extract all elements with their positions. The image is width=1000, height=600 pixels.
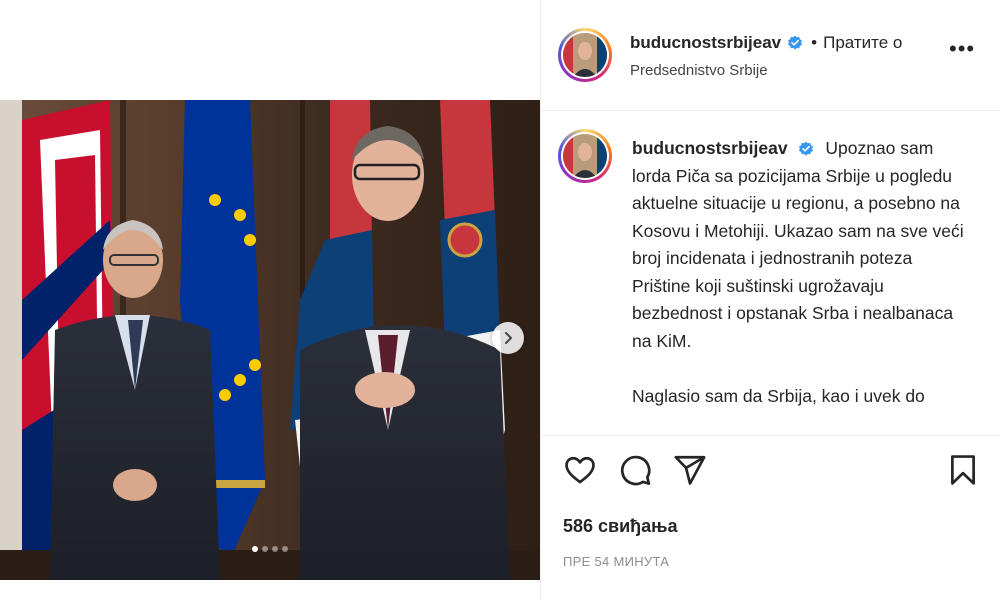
verified-badge-icon	[799, 141, 814, 156]
chevron-right-icon	[505, 332, 512, 344]
post-caption: buducnostsrbijeav Upoznao sam lorda Piča…	[632, 135, 972, 431]
caption-divider	[541, 435, 1000, 436]
author-username[interactable]: buducnostsrbijeav	[630, 33, 781, 53]
carousel-dot	[272, 546, 278, 552]
caption-text-paragraph-1: Upoznao sam lorda Piča sa pozicijama Srb…	[632, 138, 964, 351]
carousel-dot	[282, 546, 288, 552]
caption-text-paragraph-2: Naglasio sam da Srbija, kao i uvek do	[632, 385, 925, 406]
bookmark-icon[interactable]	[946, 453, 980, 487]
post-header: buducnostsrbijeav • Пратите о Predsednis…	[541, 0, 1000, 110]
post-actions	[541, 445, 1000, 501]
comment-icon[interactable]	[618, 453, 652, 487]
caption-area: buducnostsrbijeav Upoznao sam lorda Piča…	[541, 111, 1000, 431]
follow-button[interactable]: Пратите о	[823, 33, 902, 53]
carousel-dot-active	[252, 546, 258, 552]
carousel-next-button[interactable]	[492, 322, 524, 354]
author-avatar[interactable]	[558, 28, 612, 82]
like-count[interactable]: 586 свиђања	[563, 516, 678, 537]
separator-dot: •	[811, 33, 818, 52]
post-timestamp[interactable]: ПРЕ 54 МИНУТА	[563, 554, 669, 569]
caption-author-avatar[interactable]	[558, 129, 612, 183]
carousel-indicator	[0, 546, 540, 552]
more-options-icon[interactable]: •••	[949, 38, 975, 60]
post-media-area	[0, 0, 540, 600]
post-location[interactable]: Predsednistvo Srbije	[630, 62, 768, 79]
post-photo[interactable]	[0, 100, 540, 580]
paper-plane-icon[interactable]	[673, 453, 707, 487]
verified-badge-icon	[788, 35, 803, 50]
post-details-panel: buducnostsrbijeav • Пратите о Predsednis…	[541, 0, 1000, 600]
caption-username[interactable]: buducnostsrbijeav	[632, 138, 788, 158]
carousel-dot	[262, 546, 268, 552]
heart-icon[interactable]	[563, 453, 597, 487]
